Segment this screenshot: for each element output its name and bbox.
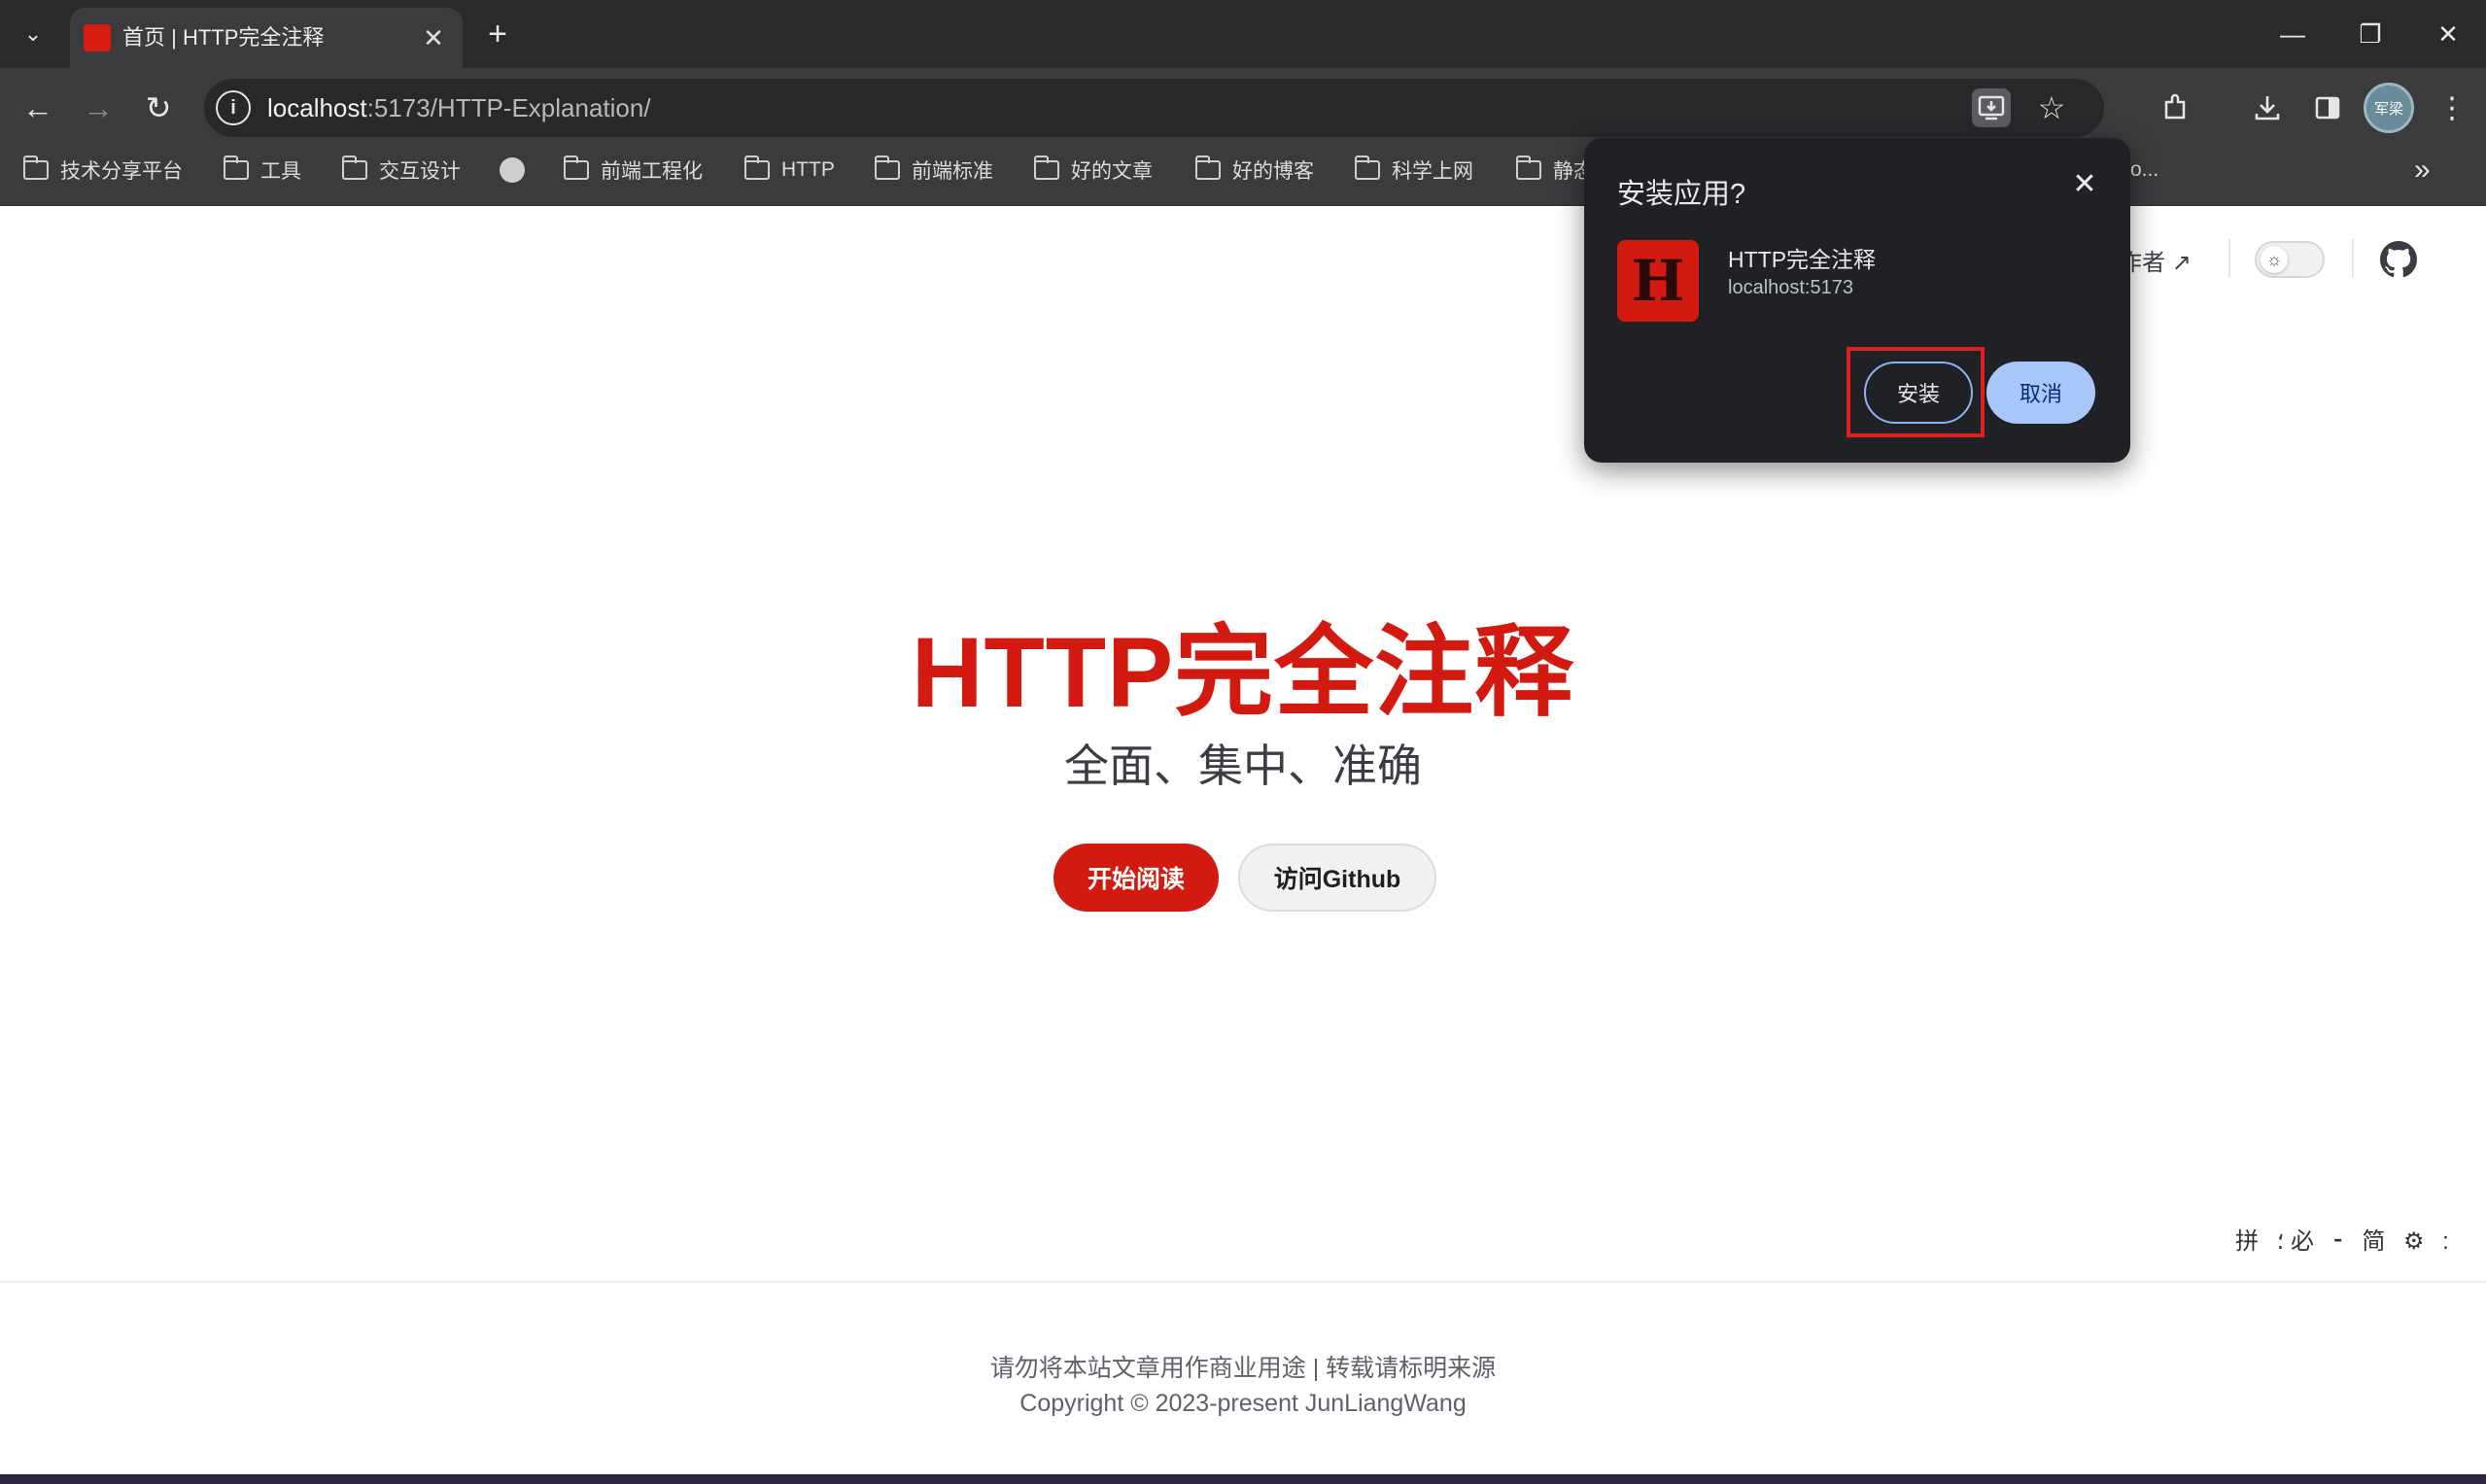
install-button[interactable]: 安装	[1864, 362, 1973, 424]
browser-tab[interactable]: 首页 | HTTP完全注释 ✕	[70, 8, 463, 68]
bookmark-label: 好的文章	[1071, 155, 1153, 185]
downloads-icon[interactable]	[2241, 82, 2294, 134]
bookmark-folder[interactable]: 好的博客	[1195, 148, 1314, 192]
tab-title: 首页 | HTTP完全注释	[122, 8, 324, 68]
start-reading-button[interactable]: 开始阅读	[1053, 844, 1219, 912]
bookmarks-more-icon[interactable]: »	[2414, 148, 2431, 192]
nav-divider	[2228, 239, 2230, 278]
hero-tagline: 全面、集中、准确	[0, 731, 2486, 795]
bookmark-label: 交互设计	[379, 155, 461, 185]
minimize-button[interactable]: —	[2255, 0, 2331, 68]
restore-button[interactable]: ❐	[2332, 0, 2408, 68]
more-menu-icon[interactable]: ⋮	[2426, 82, 2478, 134]
reload-button[interactable]: ↻	[132, 82, 185, 134]
folder-icon	[224, 160, 249, 180]
bookmark-star-icon[interactable]: ☆	[2032, 88, 2071, 127]
bookmark-label: 工具	[260, 155, 301, 185]
install-app-dialog: 安装应用? ✕ H HTTP完全注释 localhost:5173 安装 取消	[1584, 138, 2130, 463]
bookmark-label: HTTP	[781, 158, 835, 182]
bookmark-folder[interactable]: 工具	[224, 148, 301, 192]
globe-icon	[500, 157, 525, 183]
new-tab-button[interactable]: +	[476, 13, 519, 55]
tab-favicon-icon	[84, 24, 111, 52]
install-app-icon[interactable]	[1972, 88, 2011, 127]
side-panel-icon[interactable]	[2301, 82, 2354, 134]
nav-divider	[2352, 239, 2354, 278]
bookmark-globe[interactable]	[500, 148, 525, 192]
taskbar-edge	[0, 1474, 2486, 1484]
folder-icon	[744, 160, 770, 180]
url-path: :5173/HTTP-Explanation/	[367, 93, 651, 122]
close-icon[interactable]: ✕	[2068, 167, 2101, 200]
close-window-button[interactable]: ✕	[2410, 0, 2486, 68]
bookmark-folder[interactable]: HTTP	[744, 148, 835, 192]
address-bar[interactable]: i localhost:5173/HTTP-Explanation/ ☆	[204, 79, 2104, 137]
app-logo-icon: H	[1617, 240, 1699, 322]
footer-notice: 请勿将本站文章用作商业用途 | 转载请标明来源	[0, 1349, 2486, 1384]
folder-icon	[1034, 160, 1059, 180]
bookmark-folder[interactable]: 好的文章	[1034, 148, 1153, 192]
bookmark-folder[interactable]: 技术分享平台	[23, 148, 183, 192]
folder-icon	[342, 160, 367, 180]
browser-toolbar: ← → ↻ i localhost:5173/HTTP-Explanation/…	[0, 68, 2486, 148]
theme-toggle[interactable]: ☼	[2255, 241, 2325, 278]
app-origin: localhost:5173	[1728, 277, 1853, 299]
github-icon[interactable]	[2380, 241, 2417, 278]
bookmark-folder[interactable]: 前端标准	[875, 148, 993, 192]
folder-icon	[1516, 160, 1541, 180]
bookmark-folder[interactable]: 静态	[1516, 148, 1594, 192]
forward-button[interactable]: →	[72, 82, 124, 134]
bookmark-label: 技术分享平台	[60, 155, 183, 185]
bookmark-label: 好的博客	[1232, 155, 1314, 185]
bookmark-label: 前端标准	[912, 155, 993, 185]
bookmark-overflow-text[interactable]: o...	[2130, 148, 2158, 192]
bookmark-folder[interactable]: 交互设计	[342, 148, 461, 192]
tab-strip: ⌄ 首页 | HTTP完全注释 ✕ + — ❐ ✕	[0, 0, 2486, 68]
ime-toolbar[interactable]: 拼 ؛ 必 ⁃ 简 ⚙ :	[2235, 1222, 2455, 1260]
app-name: HTTP完全注释	[1728, 241, 1876, 274]
profile-avatar[interactable]: 军梁	[2364, 83, 2414, 133]
bookmark-label: 前端工程化	[601, 155, 703, 185]
folder-icon	[23, 160, 49, 180]
page-footer: 请勿将本站文章用作商业用途 | 转载请标明来源 Copyright © 2023…	[0, 1281, 2486, 1474]
bookmark-label: 科学上网	[1392, 155, 1473, 185]
folder-icon	[564, 160, 589, 180]
folder-icon	[1355, 160, 1380, 180]
folder-icon	[1195, 160, 1221, 180]
hero-title: HTTP完全注释	[0, 593, 2486, 736]
cancel-button[interactable]: 取消	[1986, 362, 2095, 424]
site-info-icon[interactable]: i	[216, 90, 251, 125]
sun-icon: ☼	[2261, 246, 2288, 273]
url-host: localhost	[267, 93, 367, 122]
extensions-icon[interactable]	[2150, 82, 2202, 134]
dialog-title: 安装应用?	[1617, 171, 1745, 212]
visit-github-button[interactable]: 访问Github	[1238, 844, 1436, 912]
folder-icon	[875, 160, 900, 180]
footer-copyright: Copyright © 2023-present JunLiangWang	[0, 1390, 2486, 1418]
back-button[interactable]: ←	[12, 82, 64, 134]
url-text[interactable]: localhost:5173/HTTP-Explanation/	[267, 79, 651, 137]
tab-close-icon[interactable]: ✕	[416, 20, 451, 55]
tab-search-button[interactable]: ⌄	[10, 13, 56, 55]
bookmark-folder[interactable]: 前端工程化	[564, 148, 703, 192]
bookmark-folder[interactable]: 科学上网	[1355, 148, 1473, 192]
